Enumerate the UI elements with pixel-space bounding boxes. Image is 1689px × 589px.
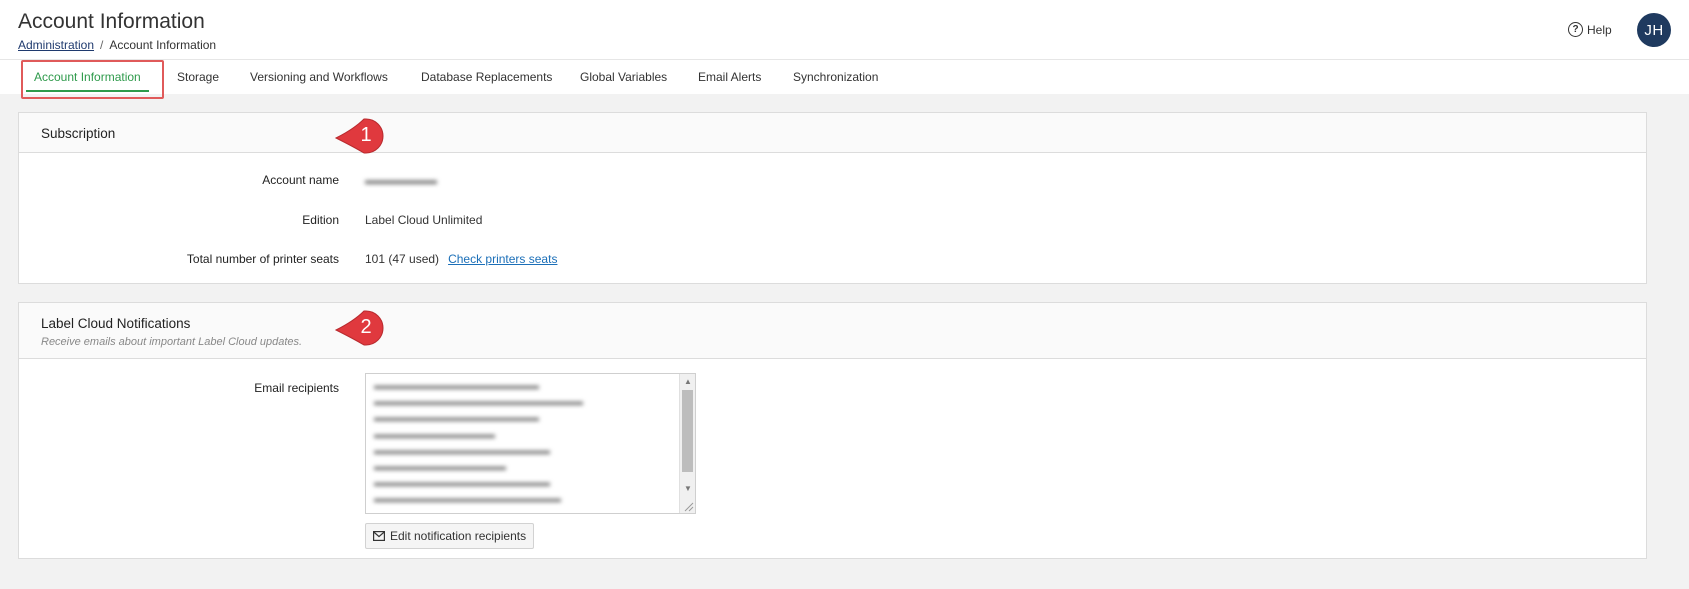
tab-email-alerts[interactable]: Email Alerts	[698, 60, 761, 94]
subscription-panel-header: Subscription	[19, 113, 1646, 153]
printer-seats-value: 101 (47 used) Check printers seats	[365, 252, 557, 266]
email-recipients-textarea[interactable]: ▬▬▬▬▬▬▬▬▬▬▬▬▬▬▬ ▬▬▬▬▬▬▬▬▬▬▬▬▬▬▬▬▬▬▬ ▬▬▬▬…	[365, 373, 696, 514]
help-label: Help	[1587, 22, 1612, 37]
callout-number-1: 1	[360, 124, 372, 146]
tab-storage[interactable]: Storage	[177, 60, 219, 94]
list-item: ▬▬▬▬▬▬▬▬▬▬▬▬	[374, 460, 506, 473]
edition-value: Label Cloud Unlimited	[365, 213, 483, 227]
email-recipients-list: ▬▬▬▬▬▬▬▬▬▬▬▬▬▬▬ ▬▬▬▬▬▬▬▬▬▬▬▬▬▬▬▬▬▬▬ ▬▬▬▬…	[366, 374, 695, 508]
list-item: ▬▬▬▬▬▬▬▬▬▬▬▬▬▬▬▬▬	[374, 493, 561, 506]
tab-versioning-and-workflows[interactable]: Versioning and Workflows	[250, 60, 388, 94]
scroll-down-arrow-icon[interactable]: ▼	[680, 481, 695, 497]
notifications-title: Label Cloud Notifications	[41, 316, 191, 331]
breadcrumb-current: Account Information	[109, 38, 217, 52]
notifications-panel: Label Cloud Notifications Receive emails…	[18, 302, 1647, 559]
tab-bar: Account Information Storage Versioning a…	[0, 60, 1689, 94]
check-printers-seats-link[interactable]: Check printers seats	[448, 252, 557, 266]
notifications-panel-header: Label Cloud Notifications Receive emails…	[19, 303, 1646, 359]
notifications-panel-body: Email recipients ▬▬▬▬▬▬▬▬▬▬▬▬▬▬▬ ▬▬▬▬▬▬▬…	[19, 359, 1646, 559]
top-bar: Account Information Administration / Accou…	[0, 0, 1689, 60]
account-name-value: ▬▬▬▬▬▬	[365, 173, 437, 187]
list-item: ▬▬▬▬▬▬▬▬▬▬▬▬▬▬▬	[374, 412, 539, 425]
breadcrumb-separator: /	[100, 38, 104, 52]
list-item: ▬▬▬▬▬▬▬▬▬▬▬▬▬▬▬	[374, 380, 539, 392]
help-button[interactable]: ? Help	[1568, 22, 1612, 37]
subscription-panel: Subscription Account name ▬▬▬▬▬▬ Edition…	[18, 112, 1647, 284]
recipients-scrollbar[interactable]: ▲ ▼	[679, 374, 695, 513]
scroll-thumb[interactable]	[682, 390, 693, 472]
callout-marker-2: 2	[334, 309, 384, 346]
question-circle-icon: ?	[1568, 22, 1583, 37]
tab-global-variables[interactable]: Global Variables	[580, 60, 667, 94]
edit-notification-recipients-label: Edit notification recipients	[390, 529, 527, 543]
callout-number-2: 2	[360, 316, 372, 338]
list-item: ▬▬▬▬▬▬▬▬▬▬▬▬▬▬▬▬	[374, 477, 550, 490]
callout-marker-1: 1	[334, 117, 384, 154]
notifications-subtitle: Receive emails about important Label Clo…	[41, 336, 303, 348]
edition-label: Edition	[302, 213, 339, 227]
tab-highlight-annotation	[21, 60, 164, 99]
tab-database-replacements[interactable]: Database Replacements	[421, 60, 552, 94]
list-item: ▬▬▬▬▬▬▬▬▬▬▬▬▬▬▬▬	[374, 444, 550, 457]
page-title: Account Information	[18, 10, 205, 33]
printer-seats-count: 101 (47 used)	[365, 252, 440, 266]
tab-synchronization[interactable]: Synchronization	[793, 60, 878, 94]
breadcrumb: Administration / Account Information	[18, 38, 216, 52]
edit-notification-recipients-button[interactable]: Edit notification recipients	[365, 523, 535, 549]
list-item: ▬▬▬▬▬▬▬▬▬▬▬▬▬▬▬▬▬▬▬	[374, 396, 583, 409]
breadcrumb-administration-link[interactable]: Administration	[18, 38, 94, 52]
resize-handle-icon[interactable]	[682, 500, 694, 512]
envelope-icon	[373, 531, 385, 541]
list-item: ▬▬▬▬▬▬▬▬▬▬▬	[374, 428, 495, 441]
scroll-up-arrow-icon[interactable]: ▲	[680, 374, 695, 390]
subscription-title: Subscription	[41, 126, 116, 141]
account-name-label: Account name	[262, 173, 339, 187]
printer-seats-label: Total number of printer seats	[186, 252, 339, 266]
user-avatar[interactable]: JH	[1637, 13, 1671, 47]
email-recipients-label: Email recipients	[254, 381, 339, 395]
